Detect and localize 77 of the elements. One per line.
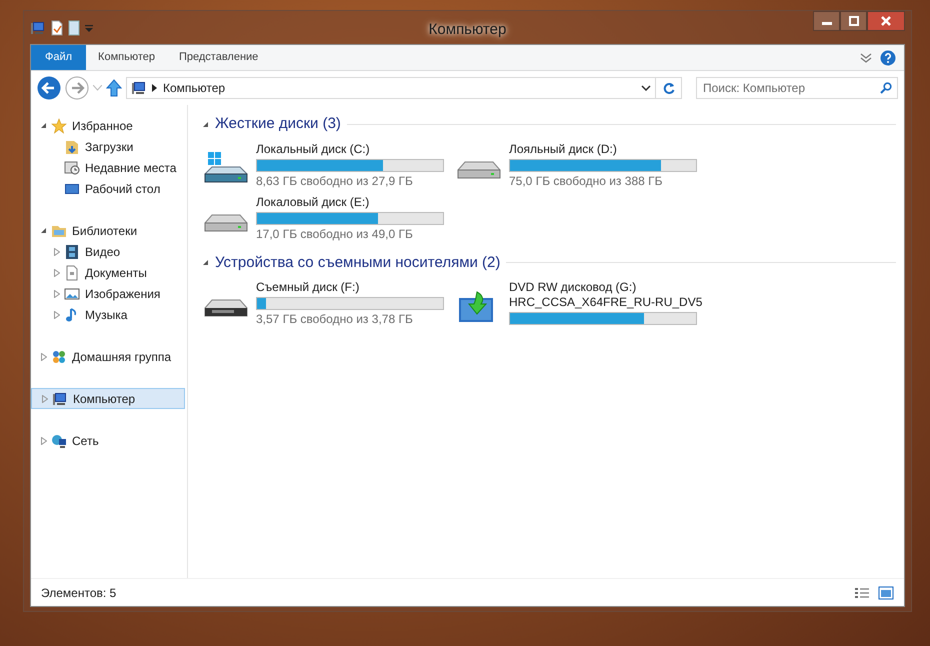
drive-tile[interactable]: Лояльный диск (D:) 75,0 ГБ свободно из 388 ГБ xyxy=(455,142,708,188)
up-arrow-icon[interactable] xyxy=(106,79,122,97)
homegroup-icon xyxy=(51,348,67,364)
nav-item[interactable]: Рабочий стол xyxy=(31,178,185,199)
collapsed-arrow-icon[interactable] xyxy=(54,310,60,318)
free-space-text: 75,0 ГБ свободно из 388 ГБ xyxy=(509,174,662,188)
expanded-arrow-icon[interactable] xyxy=(40,122,47,129)
drive-name: DVD RW дисковод (G:) xyxy=(509,280,636,295)
nav-item[interactable]: Домашняя группа xyxy=(31,346,185,367)
drive-tile[interactable]: Локаловый диск (E:) 17,0 ГБ свободно из 49,0 ГБ xyxy=(202,194,455,242)
nav-item[interactable]: Видео xyxy=(31,241,185,262)
group-header[interactable]: Устройства со съемными носителями (2) xyxy=(215,252,500,274)
window-title: Компьютер xyxy=(428,21,506,38)
new-folder-icon[interactable] xyxy=(68,20,80,36)
volume-label: HRC_CCSA_X64FRE_RU-RU_DV5 xyxy=(509,295,702,310)
address-path[interactable]: Компьютер xyxy=(163,79,226,97)
nav-item[interactable]: Загрузки xyxy=(31,136,185,157)
nav-item[interactable]: Компьютер xyxy=(31,388,185,409)
drive-name: Локаловый диск (E:) xyxy=(256,194,370,210)
collapsed-arrow-icon[interactable] xyxy=(54,290,60,298)
maximize-button[interactable] xyxy=(840,11,867,31)
collapse-arrow-icon[interactable] xyxy=(202,120,209,128)
nav-item[interactable]: Изображения xyxy=(31,283,185,304)
computer-icon xyxy=(131,80,147,96)
collapsed-arrow-icon[interactable] xyxy=(40,436,46,444)
collapsed-arrow-icon[interactable] xyxy=(54,268,60,276)
star-icon xyxy=(51,118,67,134)
close-button[interactable] xyxy=(867,11,905,31)
nav-item[interactable]: Недавние места xyxy=(31,157,185,178)
breadcrumb-arrow-icon xyxy=(152,84,158,92)
drive-tile[interactable]: DVD RW дисковод (G:) HRC_CCSA_X64FRE_RU-RU_DV5 xyxy=(455,280,708,327)
ribbon-tab[interactable]: Компьютер xyxy=(86,45,167,70)
drive-tile[interactable]: Локальный диск (C:) 8,63 ГБ свободно из 27,9 ГБ xyxy=(202,142,455,188)
collapsed-arrow-icon[interactable] xyxy=(40,352,46,360)
properties-icon[interactable] xyxy=(50,20,64,36)
refresh-icon xyxy=(662,82,674,94)
nav-item[interactable]: Музыка xyxy=(31,304,185,325)
file-menu-tab[interactable]: Файл xyxy=(31,45,86,70)
refresh-button[interactable] xyxy=(656,77,682,99)
maximize-icon xyxy=(848,16,858,26)
film-icon xyxy=(64,244,80,260)
collapsed-arrow-icon[interactable] xyxy=(54,248,60,256)
drive-tile[interactable]: Съемный диск (F:) 3,57 ГБ свободно из 3,78 ГБ xyxy=(202,280,455,327)
item-count: Элементов: 5 xyxy=(41,584,116,602)
nav-item[interactable]: Сеть xyxy=(31,430,185,451)
close-icon xyxy=(881,16,891,26)
recent-places-icon xyxy=(64,160,80,176)
details-view-icon[interactable] xyxy=(854,586,870,600)
free-space-text: 8,63 ГБ свободно из 27,9 ГБ xyxy=(256,174,413,188)
back-icon[interactable] xyxy=(37,76,61,100)
forward-icon[interactable] xyxy=(65,76,89,100)
minimize-button[interactable] xyxy=(813,11,840,31)
drive-name: Лояльный диск (D:) xyxy=(509,142,617,156)
group-header[interactable]: Жесткие диски (3) xyxy=(215,113,341,136)
search-icon xyxy=(880,82,892,94)
ribbon-tab[interactable]: Представление xyxy=(166,45,270,70)
picture-icon xyxy=(64,286,80,302)
folder-download-icon xyxy=(64,138,80,154)
help-icon[interactable] xyxy=(880,50,896,66)
computer-icon xyxy=(52,390,68,406)
large-icons-view-icon[interactable] xyxy=(878,586,894,600)
network-icon xyxy=(51,432,67,448)
system-drive-icon xyxy=(202,152,250,186)
nav-item[interactable]: Библиотеки xyxy=(31,220,185,241)
document-icon xyxy=(64,264,80,280)
address-field[interactable]: Компьютер xyxy=(126,77,656,99)
free-space-text: 3,57 ГБ свободно из 3,78 ГБ xyxy=(256,312,413,327)
expand-ribbon-icon[interactable] xyxy=(860,52,872,62)
nav-item[interactable]: Документы xyxy=(31,262,185,283)
drive-name: Локальный диск (C:) xyxy=(256,142,370,156)
nav-item[interactable]: Избранное xyxy=(31,115,185,136)
search-field[interactable]: Поиск: Компьютер xyxy=(696,77,898,99)
free-space-text: 17,0 ГБ свободно из 49,0 ГБ xyxy=(256,226,413,242)
drive-name: Съемный диск (F:) xyxy=(256,280,360,295)
expanded-arrow-icon[interactable] xyxy=(40,227,47,234)
collapse-arrow-icon[interactable] xyxy=(202,259,209,266)
dropdown-caret-icon[interactable] xyxy=(641,85,651,91)
